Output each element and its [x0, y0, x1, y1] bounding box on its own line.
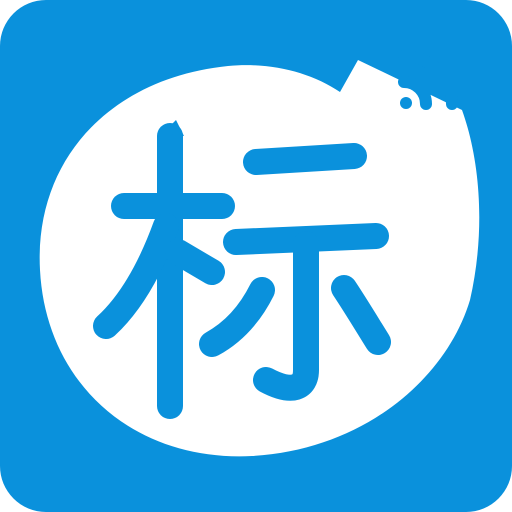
- app-icon-graphic: [0, 0, 512, 512]
- app-icon[interactable]: [0, 0, 512, 512]
